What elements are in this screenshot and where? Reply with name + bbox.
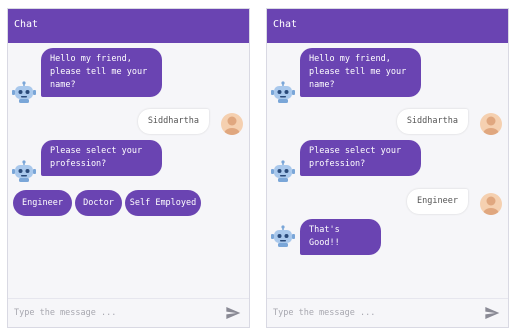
bot-message: That's Good!! [300,219,381,255]
user-message: Siddhartha [137,109,209,134]
robot-avatar-icon [271,225,295,247]
bot-message: Hello my friend, please tell me your nam… [41,48,162,97]
bot-message: Please select your profession? [300,140,421,176]
robot-avatar-icon [271,81,295,103]
choice-engineer-button[interactable]: Engineer [13,190,72,216]
send-icon[interactable] [484,305,500,321]
choice-doctor-button[interactable]: Doctor [75,190,122,216]
chat-window-left: Chat Hello my friend, please tell me you… [7,8,250,328]
robot-avatar-icon [12,81,36,103]
user-avatar-icon [221,113,243,135]
user-message: Engineer [407,189,468,214]
message-input[interactable] [14,305,204,321]
chat-title: Chat [273,19,298,30]
user-avatar-icon [480,193,502,215]
message-input-bar [8,298,249,327]
choice-self-employed-button[interactable]: Self Employed [125,190,201,216]
user-message: Siddhartha [396,109,468,134]
robot-avatar-icon [12,160,36,182]
chat-header: Chat [267,9,508,43]
chat-window-right: Chat Hello my friend, please tell me you… [266,8,509,328]
message-input-bar [267,298,508,327]
send-icon[interactable] [225,305,241,321]
chat-header: Chat [8,9,249,43]
bot-message: Hello my friend, please tell me your nam… [300,48,421,97]
robot-avatar-icon [271,160,295,182]
chat-title: Chat [14,19,39,30]
message-input[interactable] [273,305,463,321]
user-avatar-icon [480,113,502,135]
bot-message: Please select your profession? [41,140,162,176]
